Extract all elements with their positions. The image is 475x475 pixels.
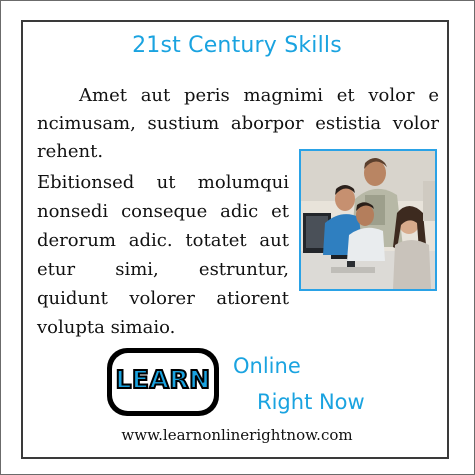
card-title: 21st Century Skills	[132, 33, 342, 58]
tagline-online: Online	[233, 354, 301, 378]
learn-logo-inner: LEARN	[112, 353, 214, 411]
tagline-right-now: Right Now	[257, 390, 365, 414]
learn-logo-text: LEARN	[114, 364, 211, 395]
page-frame: 21st Century Skills Amet aut peris magni…	[0, 0, 475, 475]
body-paragraph: Ebitionsed ut molumqui nonsedi conseque …	[37, 172, 289, 338]
students-photo-image	[301, 151, 435, 289]
content-card: 21st Century Skills Amet aut peris magni…	[21, 20, 449, 459]
learn-logo[interactable]: LEARN	[107, 348, 219, 416]
website-link[interactable]: www.learnonlinerightnow.com	[23, 426, 451, 444]
students-photo	[299, 149, 437, 291]
